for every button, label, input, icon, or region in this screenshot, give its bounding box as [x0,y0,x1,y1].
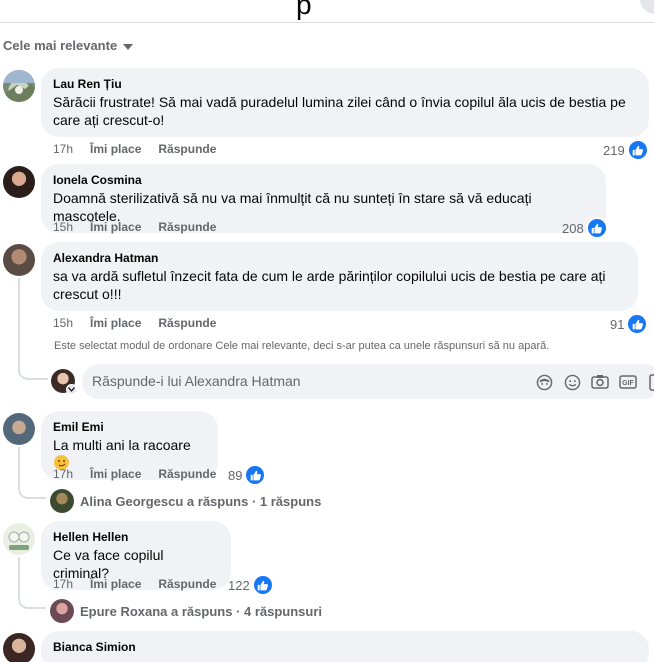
comment-actions: 15h Îmi place Răspunde [53,220,233,234]
like-icon [244,464,267,486]
sort-label: Cele mai relevante [3,38,118,53]
avatar[interactable] [3,633,35,662]
reaction-count[interactable]: 122 [228,574,274,596]
chevron-down-icon [123,43,134,50]
comment-actions: 17h Îmi place Răspunde [53,142,233,156]
chevron-down-icon[interactable] [66,384,77,395]
like-button[interactable]: Îmi place [90,467,141,481]
sort-notice: Este selectat modul de ordonare Cele mai… [54,340,550,352]
camera-icon[interactable] [590,372,610,392]
comment-text: sa va ardă sufletul înzecit fata de cum … [53,268,606,302]
thread-line [18,278,20,368]
like-icon [585,217,608,239]
gif-icon[interactable]: GIF [618,372,638,392]
sort-dropdown[interactable]: Cele mai relevante [3,38,134,53]
top-header: p [0,0,654,23]
view-replies-link[interactable]: Epure Roxana a răspuns · 4 răspunsuri [50,599,322,623]
avatar-sticker-icon[interactable] [534,372,554,392]
replies-label: Alina Georgescu a răspuns · 1 răspuns [80,493,322,509]
like-icon [626,313,649,335]
like-icon [626,139,649,161]
composer-tools: GIF [534,372,654,392]
comment-bubble: Alexandra Hatman sa va ardă sufletul înz… [41,242,638,311]
comment-time[interactable]: 17h [53,577,73,591]
like-button[interactable]: Îmi place [90,577,141,591]
thread-connector [18,366,48,380]
reaction-count[interactable]: 91 [610,313,649,335]
sticker-icon[interactable] [646,372,654,392]
reaction-number: 208 [562,220,584,236]
reaction-number: 91 [610,316,625,332]
thread-connector [18,485,46,499]
avatar[interactable] [3,244,35,276]
reaction-number: 89 [228,467,243,483]
thread-line [18,557,20,597]
view-replies-link[interactable]: Alina Georgescu a răspuns · 1 răspuns [50,489,321,513]
comment-time[interactable]: 15h [53,316,73,330]
comment-actions: 17h Îmi place Răspunde [53,577,233,591]
thread-line [18,447,20,487]
comment-text: Sărăcii frustrate! Să mai vadă puradelul… [53,94,626,128]
cut-off-text: p [296,0,312,20]
like-button[interactable]: Îmi place [90,142,141,156]
reply-button[interactable]: Răspunde [158,142,216,156]
reply-button[interactable]: Răspunde [158,220,216,234]
comment-actions: 15h Îmi place Răspunde [53,316,233,330]
comment-author[interactable]: Hellen Hellen [53,529,219,545]
avatar [50,599,74,623]
reply-placeholder: Răspunde-i lui Alexandra Hatman [92,373,301,389]
comment-bubble: Lau Ren Țiu Sărăcii frustrate! Să mai va… [41,68,649,137]
thread-connector [18,595,46,609]
svg-text:GIF: GIF [622,380,634,387]
reaction-count[interactable]: 219 [603,139,649,161]
reply-button[interactable]: Răspunde [158,316,216,330]
comment-author[interactable]: Ionela Cosmina [53,172,594,188]
reaction-count[interactable]: 89 [228,464,267,486]
avatar[interactable] [3,523,35,555]
like-icon [251,574,274,596]
comment-author[interactable]: Emil Emi [53,419,206,435]
like-button[interactable]: Îmi place [90,220,141,234]
emoji-icon[interactable] [562,372,582,392]
replies-label: Epure Roxana a răspuns · 4 răspunsuri [80,603,323,619]
avatar[interactable] [3,413,35,445]
avatar [50,489,74,513]
comment-author[interactable]: Bianca Simion [53,639,637,655]
reply-button[interactable]: Răspunde [158,577,216,591]
reaction-number: 219 [603,142,625,158]
avatar[interactable] [3,166,35,198]
comment-time[interactable]: 15h [53,220,73,234]
comment-time[interactable]: 17h [53,142,73,156]
reply-button[interactable]: Răspunde [158,467,216,481]
reply-input[interactable]: Răspunde-i lui Alexandra Hatman GIF [82,364,654,399]
comment-actions: 17h Îmi place Răspunde [53,467,233,481]
comment-text-content: La multi ani la racoare [53,437,191,453]
comment-time[interactable]: 17h [53,467,73,481]
reaction-count[interactable]: 208 [562,217,608,239]
comment-author[interactable]: Alexandra Hatman [53,250,626,266]
comment-bubble: Bianca Simion [41,631,649,662]
avatar[interactable] [3,70,35,102]
like-button[interactable]: Îmi place [90,316,141,330]
close-button[interactable] [640,0,654,14]
comment-author[interactable]: Lau Ren Țiu [53,76,637,92]
reaction-number: 122 [228,577,250,593]
